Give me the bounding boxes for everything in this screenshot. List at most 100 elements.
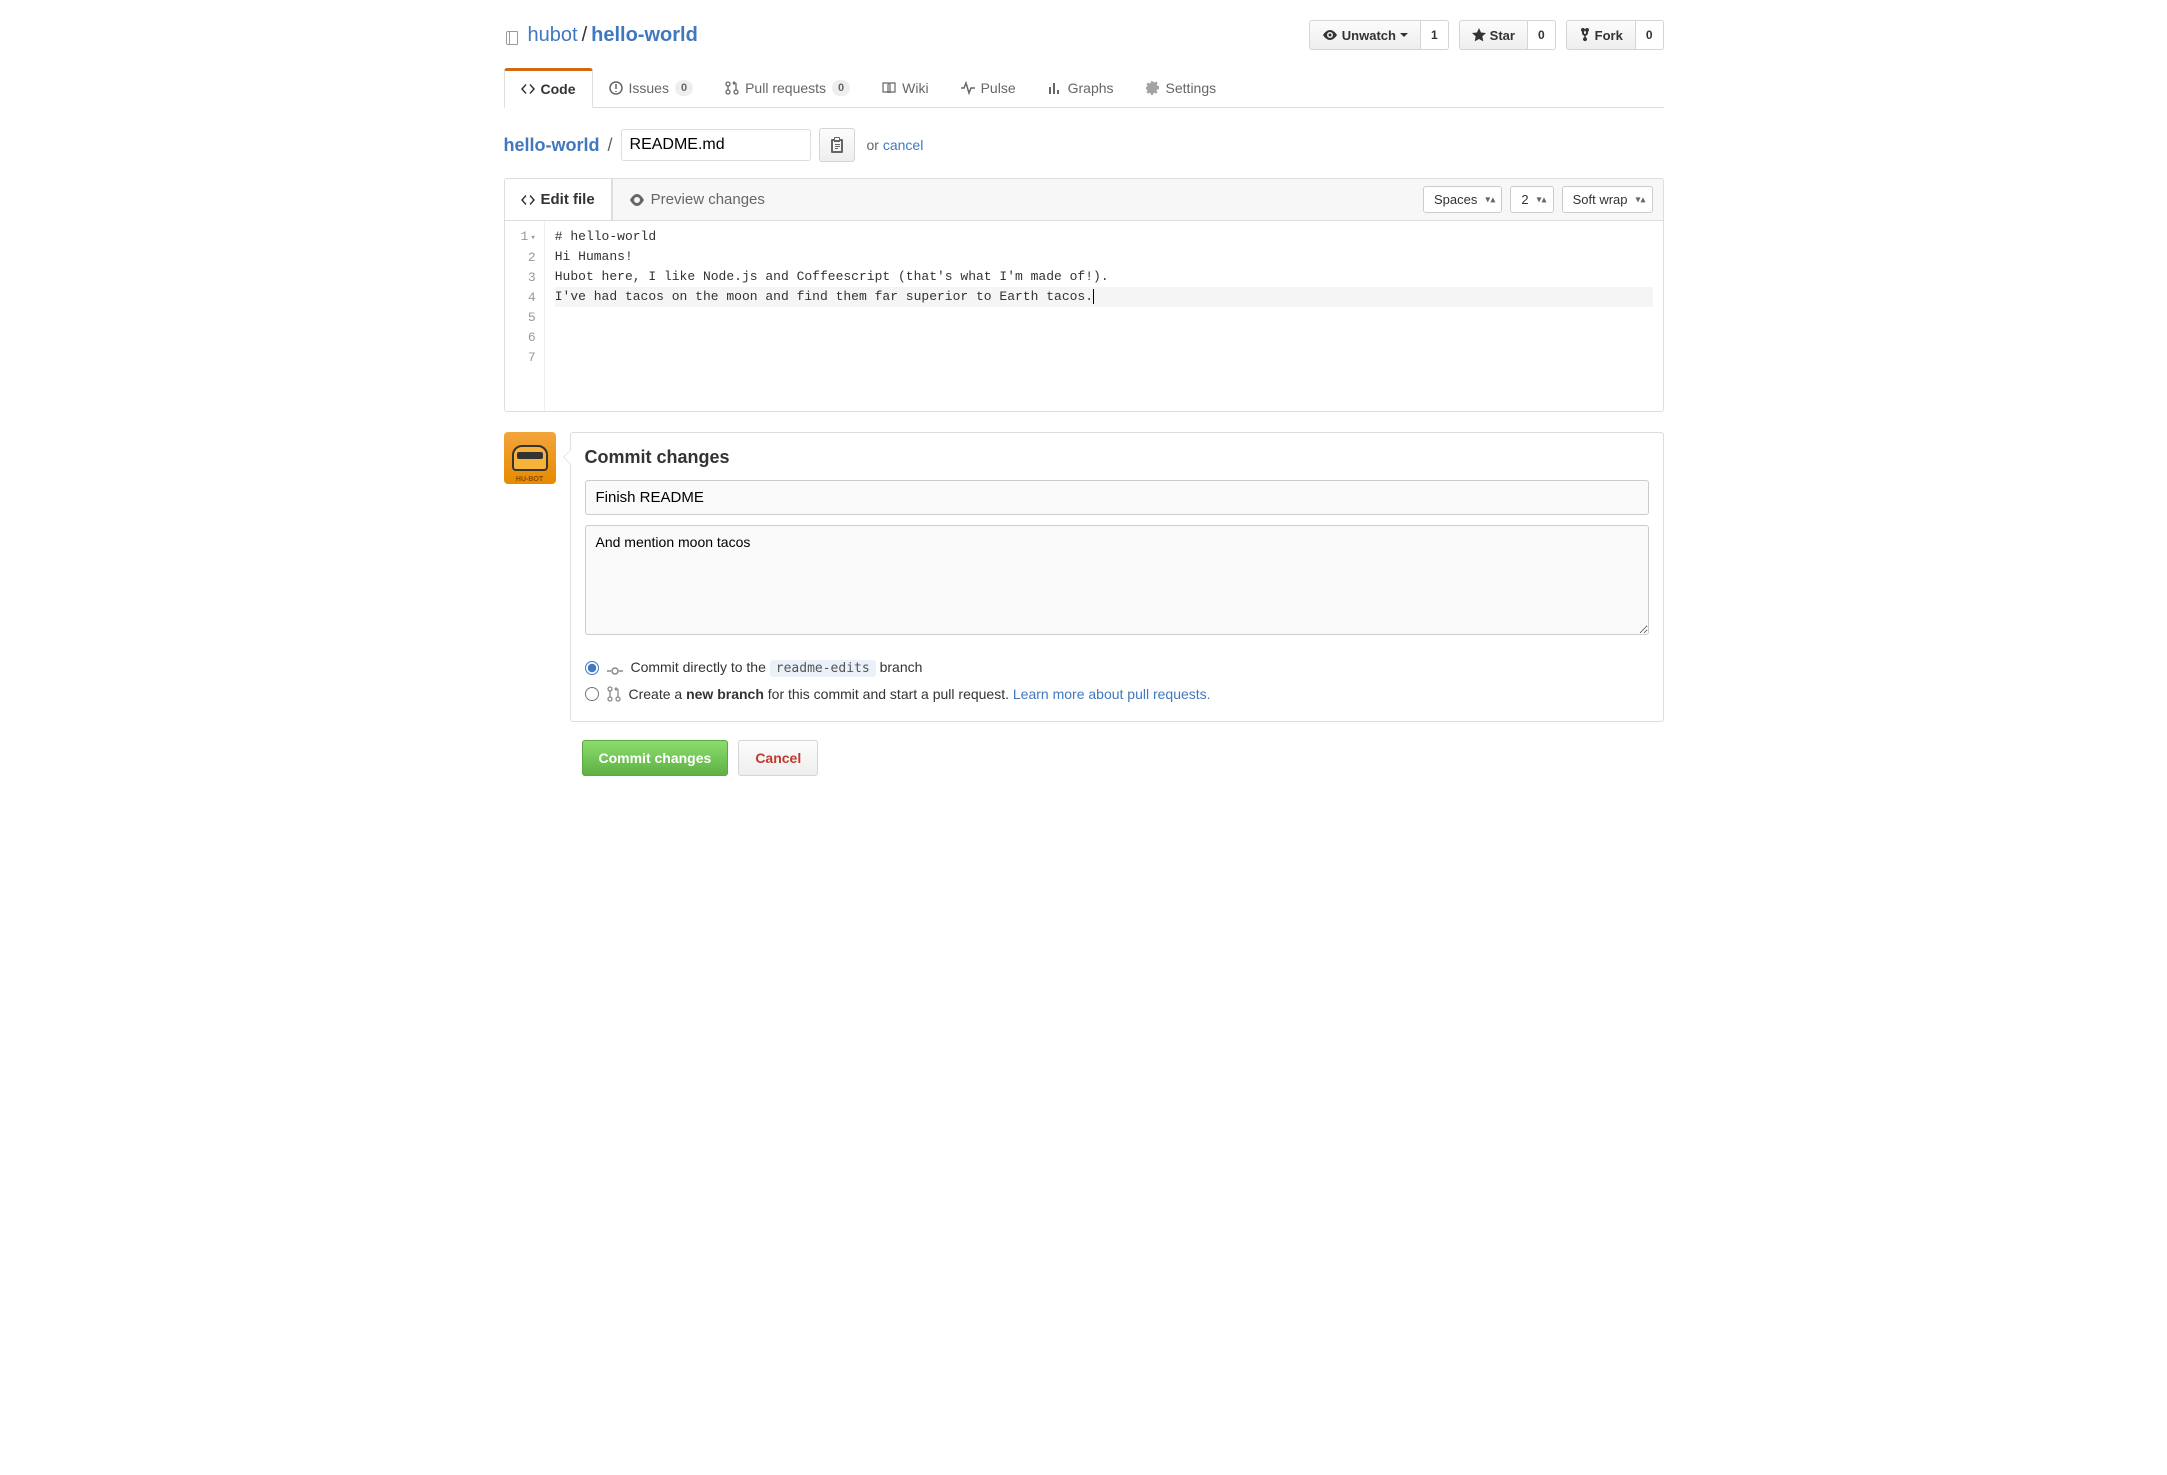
or-cancel: or cancel	[867, 137, 924, 153]
tab-preview-label: Preview changes	[651, 191, 765, 208]
tab-edit-file[interactable]: Edit file	[505, 179, 612, 220]
eye-icon	[1322, 28, 1338, 42]
tab-pulse[interactable]: Pulse	[945, 68, 1032, 107]
fork-count[interactable]: 0	[1636, 20, 1664, 50]
tab-settings[interactable]: Settings	[1130, 68, 1233, 107]
commit-direct-text: Commit directly to the readme-edits bran…	[631, 659, 923, 676]
clipboard-icon	[830, 137, 844, 153]
repo-owner-link[interactable]: hubot	[528, 24, 578, 47]
fork-button[interactable]: Fork	[1566, 20, 1636, 50]
tab-pulse-label: Pulse	[981, 80, 1016, 96]
commit-heading: Commit changes	[585, 447, 1649, 468]
code-editor[interactable]: 1▾ 2 3 4 5 6 7 # hello-world Hi Humans! …	[505, 221, 1663, 411]
tab-pulls-label: Pull requests	[745, 80, 826, 96]
tab-issues[interactable]: Issues 0	[593, 68, 710, 107]
branch-name: readme-edits	[770, 660, 876, 677]
cancel-link[interactable]: cancel	[883, 137, 923, 153]
select-caret-icon: ▾▴	[1635, 194, 1645, 205]
edit-breadcrumb: hello-world / or cancel	[504, 128, 1664, 162]
graph-icon	[1048, 81, 1062, 95]
eye-icon	[629, 194, 645, 206]
editor-box: Edit file Preview changes Spaces ▾▴ 2 ▾▴…	[504, 178, 1664, 412]
commit-actions: Commit changes Cancel	[582, 740, 1664, 776]
repo-sep: /	[582, 24, 588, 47]
issue-icon	[609, 81, 623, 95]
cancel-button[interactable]: Cancel	[738, 740, 818, 776]
clipboard-button[interactable]	[819, 128, 855, 162]
code-line: I've had tacos on the moon and find them…	[555, 287, 1653, 307]
gear-icon	[1146, 81, 1160, 95]
repo-actions: Unwatch 1 Star 0 Fork 0	[1309, 20, 1664, 50]
breadcrumb-repo[interactable]: hello-world	[504, 135, 600, 156]
commit-options: Commit directly to the readme-edits bran…	[585, 654, 1649, 707]
tab-edit-label: Edit file	[541, 191, 595, 208]
repo-name-link[interactable]: hello-world	[591, 24, 698, 47]
code-line: # hello-world	[555, 227, 1653, 247]
repo-icon	[504, 24, 520, 47]
indent-size-value: 2	[1521, 192, 1528, 207]
breadcrumb-sep: /	[608, 135, 613, 156]
star-count[interactable]: 0	[1528, 20, 1556, 50]
commit-box: Commit changes Commit directly to the re…	[570, 432, 1664, 722]
avatar-robot-icon	[512, 445, 548, 471]
repo-header: hubot / hello-world Unwatch 1 Star 0	[504, 20, 1664, 50]
text-cursor	[1093, 289, 1094, 304]
fork-icon	[1579, 27, 1591, 43]
pulse-icon	[961, 81, 975, 95]
line-gutter: 1▾ 2 3 4 5 6 7	[505, 221, 545, 411]
tab-code[interactable]: Code	[504, 68, 593, 108]
tab-wiki-label: Wiki	[902, 80, 928, 96]
commit-newbranch-radio[interactable]	[585, 687, 599, 701]
tab-settings-label: Settings	[1166, 80, 1217, 96]
code-line: Hubot here, I like Node.js and Coffeescr…	[555, 267, 1653, 287]
select-caret-icon: ▾▴	[1537, 194, 1547, 205]
editor-toolbar: Edit file Preview changes Spaces ▾▴ 2 ▾▴…	[505, 179, 1663, 221]
avatar: HU-BOT	[504, 432, 556, 484]
filename-input[interactable]	[621, 129, 811, 161]
star-icon	[1472, 28, 1486, 42]
learn-more-link[interactable]: Learn more about pull requests.	[1013, 686, 1211, 702]
text: branch	[880, 659, 923, 675]
unwatch-button[interactable]: Unwatch	[1309, 20, 1421, 50]
commit-description-textarea[interactable]	[585, 525, 1649, 635]
text: Create a	[629, 686, 683, 702]
avatar-label: HU-BOT	[504, 476, 556, 483]
commit-option-direct[interactable]: Commit directly to the readme-edits bran…	[585, 654, 1649, 681]
wrap-mode-value: Soft wrap	[1573, 192, 1628, 207]
select-caret-icon: ▾▴	[1485, 194, 1495, 205]
tab-graphs-label: Graphs	[1068, 80, 1114, 96]
commit-option-new-branch[interactable]: Create a new branch for this commit and …	[585, 681, 1649, 707]
commit-changes-button[interactable]: Commit changes	[582, 740, 729, 776]
fork-label: Fork	[1595, 28, 1623, 43]
code-line: Hi Humans!	[555, 247, 1653, 267]
indent-size-select[interactable]: 2 ▾▴	[1510, 186, 1553, 213]
tab-wiki[interactable]: Wiki	[866, 68, 944, 107]
code-line-text: I've had tacos on the moon and find them…	[555, 289, 1093, 304]
commit-direct-radio[interactable]	[585, 661, 599, 675]
code-icon	[521, 193, 535, 207]
tab-code-label: Code	[541, 81, 576, 97]
indent-mode-select[interactable]: Spaces ▾▴	[1423, 186, 1502, 213]
text: for this commit and start a pull request…	[768, 686, 1009, 702]
pull-request-icon	[607, 686, 621, 702]
watch-count[interactable]: 1	[1421, 20, 1449, 50]
tab-issues-label: Issues	[629, 80, 669, 96]
text-bold: new branch	[686, 686, 764, 702]
code-content[interactable]: # hello-world Hi Humans! Hubot here, I l…	[545, 221, 1663, 411]
commit-summary-input[interactable]	[585, 480, 1649, 515]
unwatch-label: Unwatch	[1342, 28, 1396, 43]
repo-tabs: Code Issues 0 Pull requests 0 Wiki Pulse…	[504, 68, 1664, 108]
tab-graphs[interactable]: Graphs	[1032, 68, 1130, 107]
tab-preview-changes[interactable]: Preview changes	[612, 179, 781, 220]
star-label: Star	[1490, 28, 1515, 43]
code-icon	[521, 82, 535, 96]
tab-pull-requests[interactable]: Pull requests 0	[709, 68, 866, 107]
wrap-mode-select[interactable]: Soft wrap ▾▴	[1562, 186, 1653, 213]
book-icon	[882, 81, 896, 95]
commit-icon	[607, 660, 623, 676]
text: Commit directly to the	[631, 659, 766, 675]
commit-section: HU-BOT Commit changes Commit directly to…	[504, 432, 1664, 722]
commit-newbranch-text: Create a new branch for this commit and …	[629, 686, 1211, 702]
star-button[interactable]: Star	[1459, 20, 1528, 50]
issues-count: 0	[675, 80, 693, 96]
